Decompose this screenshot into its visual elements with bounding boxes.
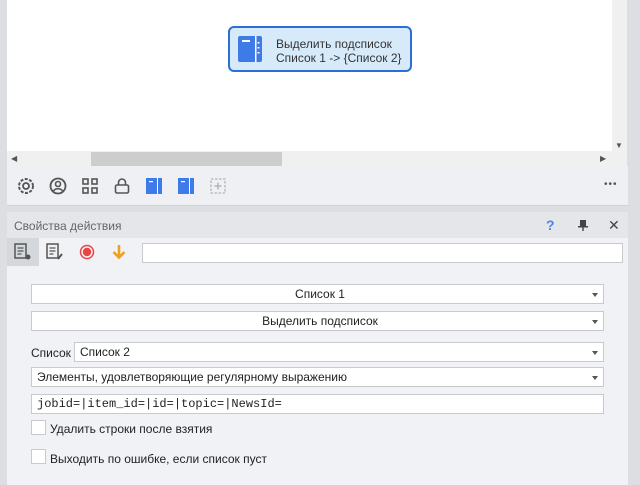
close-button[interactable]: ✕ [608,217,620,234]
properties-icon [14,243,31,260]
node-title: Выделить подсписок [276,37,392,51]
toolbar [7,166,628,206]
source-list-dropdown[interactable]: Список 1 [31,284,604,304]
delete-rows-checkbox[interactable] [31,420,46,435]
scroll-right-icon[interactable]: ▶ [600,154,606,163]
grid-icon[interactable] [80,176,100,196]
edit-icon[interactable] [46,243,64,261]
arrow-down-icon[interactable] [111,244,127,260]
add-dashed-icon[interactable] [208,176,228,196]
action-dropdown[interactable]: Выделить подсписок [31,311,604,331]
delete-rows-label: Удалить строки после взятия [50,422,213,436]
action-node[interactable]: Выделить подсписок Список 1 -> {Список 2} [228,26,412,72]
user-circle-icon[interactable] [48,176,68,196]
lock-icon[interactable] [112,176,132,196]
canvas[interactable]: Выделить подсписок Список 1 -> {Список 2} [7,0,612,151]
target-list-label: Список [31,346,71,360]
notebook-icon[interactable] [176,176,196,196]
more-button[interactable]: ••• [604,179,618,190]
target-list-dropdown[interactable]: Список 2 [74,342,604,362]
gear-icon[interactable] [16,176,36,196]
tab-properties[interactable] [7,238,39,266]
notebook-icon[interactable] [144,176,164,196]
record-icon[interactable] [79,244,95,260]
exit-on-error-checkbox[interactable] [31,449,46,464]
help-button[interactable]: ? [546,217,555,233]
notebook-icon [238,36,262,62]
exit-on-error-label: Выходить по ошибке, если список пуст [50,452,267,466]
vertical-scrollbar[interactable]: ▼ [612,0,627,166]
panel-header: Свойства действия ? ✕ [7,212,628,238]
node-subtitle: Список 1 -> {Список 2} [276,51,402,65]
mode-dropdown[interactable]: Элементы, удовлетворяющие регулярному вы… [31,367,604,387]
pin-icon[interactable] [578,219,588,232]
scroll-down-icon[interactable]: ▼ [615,141,623,150]
regex-input[interactable]: jobid=|item_id=|id=|topic=|NewsId= [31,394,604,414]
scroll-left-icon[interactable]: ◀ [11,154,17,163]
search-input[interactable] [142,243,623,263]
panel-title: Свойства действия [14,219,122,233]
horizontal-scrollbar[interactable]: ◀ ▶ [7,151,612,168]
